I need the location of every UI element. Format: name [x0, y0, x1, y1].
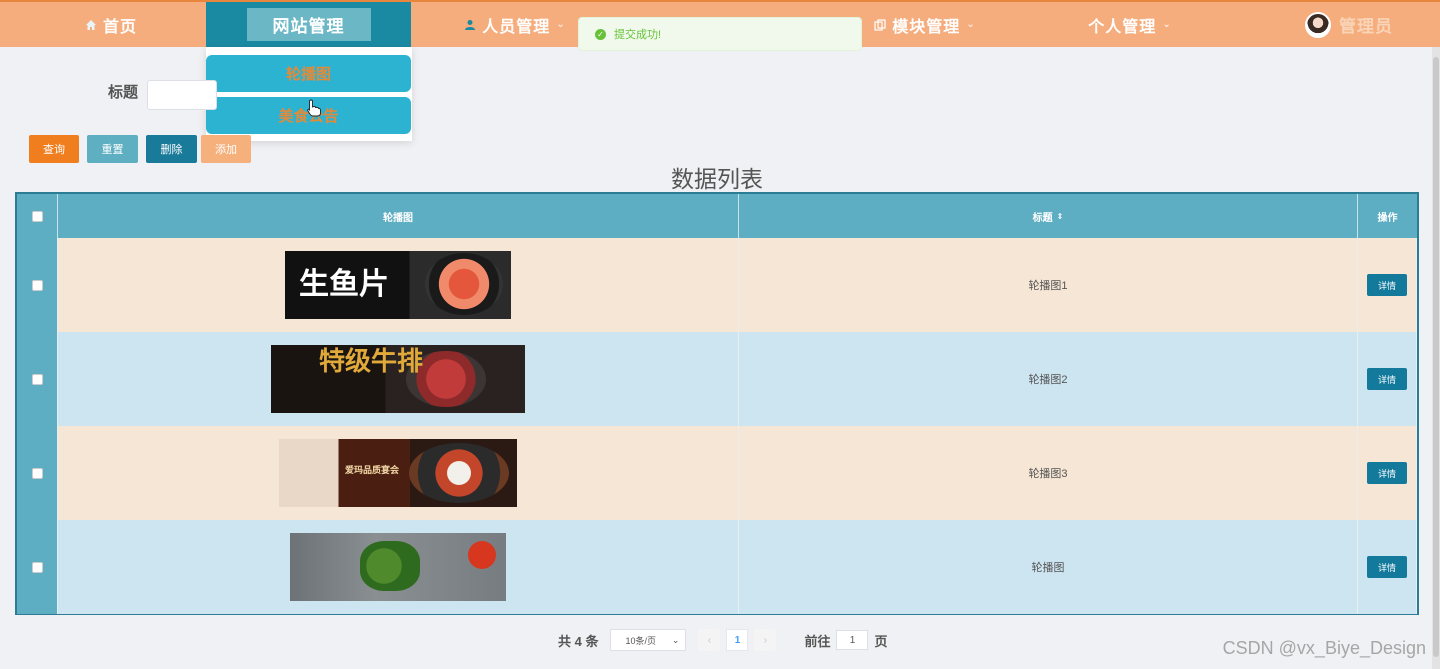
carousel-image: 生鱼片 [285, 251, 511, 319]
row-title: 轮播图 [1031, 562, 1065, 574]
data-list-title: 数据列表 [671, 166, 763, 192]
user-name: 管理员 [1339, 17, 1393, 36]
row-checkbox[interactable] [31, 561, 43, 573]
delete-button[interactable]: 删除 [146, 135, 197, 163]
row-image-cell [58, 520, 739, 614]
row-checkbox[interactable] [31, 279, 43, 291]
chevron-down-icon: ⌄ [966, 19, 976, 30]
nav-site-management[interactable]: 网站管理 [206, 2, 411, 47]
chevron-down-icon: ⌄ [671, 634, 680, 645]
menu-item-carousel[interactable]: 轮播图 [206, 55, 411, 92]
row-op-cell: 详情 [1358, 332, 1417, 426]
row-title: 轮播图1 [1028, 280, 1068, 292]
row-title: 轮播图3 [1028, 468, 1068, 480]
copy-icon [874, 18, 886, 31]
row-checkbox-cell [17, 520, 58, 614]
row-title-cell: 轮播图3 [739, 426, 1358, 520]
add-button[interactable]: 添加 [201, 135, 251, 163]
row-checkbox-cell [17, 426, 58, 520]
scrollbar-thumb[interactable] [1433, 57, 1439, 657]
reset-button[interactable]: 重置 [87, 135, 138, 163]
page-size-value: 10条/页 [625, 635, 656, 646]
row-op-cell: 详情 [1358, 426, 1417, 520]
row-title-cell: 轮播图1 [739, 238, 1358, 332]
pagination: 共 4 条 10条/页 ⌄ ‹ 1 › 前往 1 页 [558, 628, 888, 652]
row-checkbox[interactable] [31, 467, 43, 479]
image-caption: 生鱼片 [299, 267, 389, 302]
page-number[interactable]: 1 [726, 629, 749, 651]
goto-label: 前往 [804, 633, 831, 649]
nav-people-management[interactable]: 人员管理 ⌄ [450, 2, 580, 47]
row-title-cell: 轮播图2 [739, 332, 1358, 426]
row-checkbox-cell [17, 332, 58, 426]
page-size-select[interactable]: 10条/页 ⌄ [610, 629, 687, 651]
detail-button[interactable]: 详情 [1367, 462, 1407, 484]
title-search-input[interactable] [147, 80, 217, 110]
next-page-button[interactable]: › [754, 629, 777, 651]
select-all-cell [17, 194, 58, 238]
vertical-scrollbar[interactable] [1432, 47, 1440, 669]
table-row: 特级牛排 轮播图2 详情 [17, 332, 1417, 426]
table-row: 生鱼片 轮播图1 详情 [17, 238, 1417, 332]
goto-page-input[interactable]: 1 [836, 630, 869, 650]
column-header-operation: 操作 [1377, 212, 1398, 224]
row-image-cell: 生鱼片 [58, 238, 739, 332]
title-filter-label: 标题 [108, 84, 139, 101]
nav-personal-label: 个人管理 [1088, 18, 1157, 36]
hand-cursor-icon [307, 99, 321, 117]
image-caption: 特级牛排 [319, 347, 424, 377]
select-all-checkbox[interactable] [31, 210, 43, 222]
table-row: 爱玛品质宴会 轮播图3 详情 [17, 426, 1417, 520]
column-header-image: 轮播图 [58, 194, 739, 238]
watermark: CSDN @vx_Biye_Design [1222, 638, 1426, 658]
sort-icon[interactable]: ⇕ [1057, 212, 1064, 221]
success-toast: ✓ 提交成功! [578, 17, 862, 51]
detail-button[interactable]: 详情 [1367, 556, 1407, 578]
row-checkbox[interactable] [31, 373, 43, 385]
row-image-cell: 爱玛品质宴会 [58, 426, 739, 520]
toast-message: 提交成功! [614, 29, 662, 41]
nav-people-label: 人员管理 [482, 18, 551, 36]
user-icon [464, 19, 476, 31]
nav-home-label: 首页 [102, 18, 137, 36]
table-header: 轮播图 标题 ⇕ 操作 [17, 194, 1417, 238]
nav-module-label: 模块管理 [892, 18, 961, 36]
detail-button[interactable]: 详情 [1367, 368, 1407, 390]
carousel-image: 爱玛品质宴会 [279, 439, 517, 507]
detail-button[interactable]: 详情 [1367, 274, 1407, 296]
row-op-cell: 详情 [1358, 520, 1417, 614]
row-title-cell: 轮播图 [739, 520, 1358, 614]
chevron-down-icon: ⌄ [556, 19, 566, 30]
prev-page-button[interactable]: ‹ [698, 629, 721, 651]
data-table: 轮播图 标题 ⇕ 操作 生鱼片 轮播图1 详情 特级牛排 轮播图2 详情 爱玛品… [15, 192, 1419, 615]
nav-module-management[interactable]: 模块管理 ⌄ [860, 2, 990, 47]
query-button[interactable]: 查询 [29, 135, 79, 163]
page-suffix: 页 [874, 633, 888, 649]
site-management-dropdown: 轮播图 美食公告 [206, 47, 412, 141]
nav-home[interactable]: 首页 [66, 2, 156, 47]
avatar [1305, 11, 1331, 38]
pagination-total: 共 4 条 [558, 633, 599, 649]
row-title: 轮播图2 [1028, 374, 1068, 386]
image-caption: 爱玛品质宴会 [345, 466, 400, 476]
nav-site-label: 网站管理 [246, 8, 371, 41]
carousel-image [290, 533, 506, 601]
column-header-title-label: 标题 [1032, 212, 1053, 224]
carousel-image: 特级牛排 [271, 345, 525, 413]
chevron-down-icon: ⌄ [1162, 19, 1172, 30]
nav-personal-management[interactable]: 个人管理 ⌄ [1070, 2, 1190, 47]
check-circle-icon: ✓ [595, 28, 606, 40]
table-row: 轮播图 详情 [17, 520, 1417, 614]
row-op-cell: 详情 [1358, 238, 1417, 332]
home-icon [85, 19, 97, 31]
row-checkbox-cell [17, 238, 58, 332]
column-header-title[interactable]: 标题 ⇕ [739, 194, 1358, 238]
user-menu[interactable]: 管理员 [1305, 2, 1415, 47]
row-image-cell: 特级牛排 [58, 332, 739, 426]
